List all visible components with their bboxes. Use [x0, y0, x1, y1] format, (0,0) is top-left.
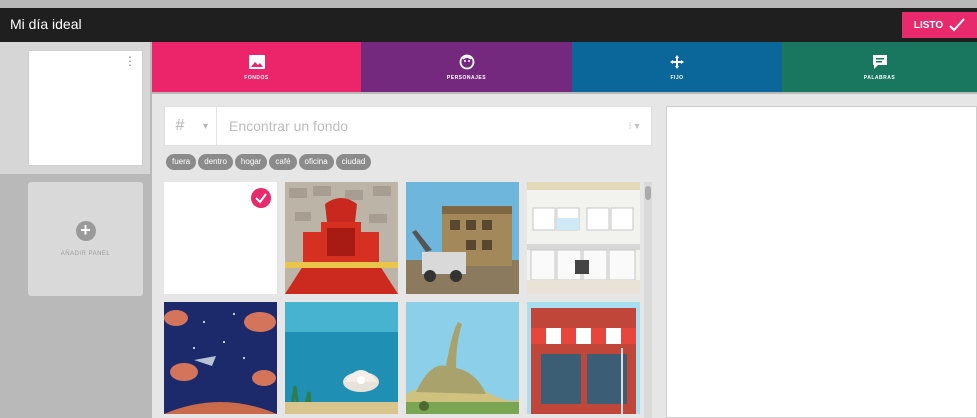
tab-fijo[interactable]: FIJO — [572, 42, 782, 92]
chevron-down-icon[interactable]: ▾ — [195, 107, 217, 145]
tab-personajes[interactable]: PERSONAJES — [361, 42, 572, 92]
construction-site-image — [406, 182, 519, 294]
background-thumb-throne-room[interactable] — [285, 182, 398, 294]
scrollbar-thumb[interactable] — [645, 186, 651, 200]
canvas-area — [658, 94, 977, 418]
hashtag-icon[interactable]: # — [165, 107, 195, 145]
image-icon — [248, 54, 265, 69]
selected-check-icon — [251, 188, 271, 208]
background-thumb-space[interactable] — [164, 302, 277, 414]
asset-tabs: FONDOS PERSONAJES FIJO PALABRAS — [152, 42, 977, 92]
throne-room-image — [285, 182, 398, 294]
background-thumb-blank[interactable] — [164, 182, 277, 294]
panel-item: ⋮ — [0, 42, 150, 174]
tab-fondos[interactable]: FONDOS — [152, 42, 361, 92]
tag-chip[interactable]: fuera — [166, 154, 197, 170]
add-panel-label: AÑADIR PANEL — [60, 251, 111, 257]
panel-thumbnail[interactable]: ⋮ — [28, 50, 143, 166]
move-icon — [670, 54, 684, 69]
comic-editor: Mi día ideal LISTO ⋮ + AÑADIR PANEL FOND… — [0, 0, 977, 418]
done-button-label: LISTO — [913, 19, 944, 31]
kitchen-image — [527, 182, 640, 294]
background-thumb-construction-site[interactable] — [406, 182, 519, 294]
speech-bubble-icon — [872, 54, 887, 69]
add-panel-button[interactable]: + AÑADIR PANEL — [28, 182, 143, 296]
top-bar: Mi día ideal LISTO — [0, 8, 977, 42]
search-bar: # ▾ ⁝ ▾ — [164, 106, 652, 146]
background-thumb-storefront[interactable] — [527, 302, 640, 414]
plus-circle-icon: + — [75, 221, 96, 241]
background-library: # ▾ ⁝ ▾ fuera dentro hogar café oficina … — [152, 94, 658, 418]
underwater-image — [285, 302, 398, 414]
comic-panel-canvas[interactable] — [666, 106, 977, 418]
tab-palabras[interactable]: PALABRAS — [782, 42, 977, 92]
more-vertical-icon[interactable]: ⋮ — [124, 55, 136, 67]
tab-palabras-label: PALABRAS — [863, 74, 896, 81]
dinosaur-landscape-image — [406, 302, 519, 414]
tag-chip[interactable]: hogar — [234, 154, 268, 170]
background-thumb-dinosaur-landscape[interactable] — [406, 302, 519, 414]
background-thumb-underwater[interactable] — [285, 302, 398, 414]
tag-list: fuera dentro hogar café oficina ciudad — [166, 154, 372, 170]
library-scrollbar[interactable] — [644, 182, 652, 418]
tag-chip[interactable]: dentro — [198, 154, 233, 170]
filter-dropdown-icon[interactable]: ⁝ ▾ — [617, 107, 651, 145]
tab-fijo-label: FIJO — [670, 74, 684, 81]
background-thumb-kitchen[interactable] — [527, 182, 640, 294]
search-input[interactable] — [217, 107, 617, 145]
tag-chip[interactable]: café — [269, 154, 297, 170]
checkmark-icon — [949, 18, 965, 32]
tab-personajes-label: PERSONAJES — [446, 74, 487, 81]
comic-title[interactable]: Mi día ideal — [10, 16, 82, 32]
character-icon — [459, 54, 474, 69]
storefront-image — [527, 302, 640, 414]
done-button[interactable]: LISTO — [902, 12, 977, 38]
tab-fondos-label: FONDOS — [244, 74, 269, 81]
panel-list: ⋮ + AÑADIR PANEL — [0, 42, 150, 418]
space-image — [164, 302, 277, 414]
tag-chip[interactable]: oficina — [298, 154, 334, 170]
tag-chip[interactable]: ciudad — [335, 154, 372, 170]
background-grid — [164, 182, 642, 414]
